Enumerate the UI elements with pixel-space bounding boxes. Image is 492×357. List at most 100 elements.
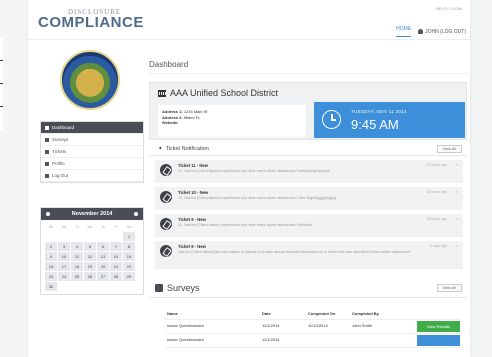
calendar-empty-cell — [58, 282, 70, 291]
calendar-day[interactable]: 16 — [45, 262, 57, 271]
calendar-day[interactable]: 6 — [97, 242, 109, 251]
ticket-time: 18 hours ago — [426, 217, 447, 221]
survey-rows: Issuer Questionnaire 11/1/2014 11/10/2014 J… — [165, 320, 460, 348]
calendar-day[interactable]: 8 — [123, 242, 135, 251]
ticket-item[interactable]: Ticket 8 - New Has the [Client Name] file… — [155, 241, 463, 269]
user-icon — [418, 29, 424, 34]
surveys-view-all-button[interactable]: View All — [436, 284, 462, 292]
logo[interactable]: COMPLIANCE — [38, 14, 144, 31]
divider — [149, 73, 467, 74]
calendar-day[interactable]: 23 — [45, 272, 57, 281]
calendar-day[interactable]: 18 — [71, 262, 83, 271]
calendar-day[interactable]: 7 — [110, 242, 122, 251]
calendar-day[interactable]: 14 — [110, 252, 122, 261]
sidebar-item-label: Log Out — [52, 172, 69, 178]
view-results-button[interactable]: View Results — [417, 321, 460, 332]
calendar-day[interactable]: 11 — [71, 252, 83, 261]
close-icon[interactable]: × — [456, 243, 458, 248]
dashboard-icon — [45, 125, 49, 130]
calendar-day[interactable]: 13 — [97, 252, 109, 261]
clock-icon — [322, 110, 341, 129]
calendar-day[interactable]: 17 — [58, 262, 70, 271]
ticket-panel-header: ✦ Ticket Notification View All — [149, 142, 467, 156]
tickets-view-all-button[interactable]: View All — [436, 145, 462, 153]
clock-widget: TUESDAY, NOV 11 2014 9:45 AM — [314, 102, 465, 138]
ticket-item[interactable]: Ticket 10 - New 13. Has the [Client Name]… — [155, 187, 463, 210]
survey-name: Issuer Questionnaire — [167, 337, 204, 342]
calendar-day[interactable]: 9 — [45, 252, 57, 261]
survey-date: 11/1/2014 — [262, 337, 280, 342]
list-icon — [45, 137, 49, 142]
next-month-button[interactable] — [133, 212, 138, 216]
close-icon[interactable]: × — [456, 216, 458, 221]
calendar-header: November 2014 — [41, 208, 143, 220]
calendar-day[interactable]: 1 — [123, 232, 135, 241]
sidebar-item-tickets[interactable]: Tickets — [41, 146, 143, 158]
table-row: Issuer Questionnaire 11/1/2014 — [165, 334, 460, 348]
ticket-title: Ticket 8 - New — [178, 244, 206, 249]
page-edge-marks — [0, 38, 3, 130]
close-icon[interactable]: × — [456, 162, 458, 167]
edit-icon — [155, 283, 163, 292]
calendar-day[interactable]: 12 — [84, 252, 96, 261]
calendar-day[interactable]: 29 — [123, 272, 135, 281]
address2-value: Miami FL — [183, 114, 201, 120]
calendar-day[interactable]: 10 — [58, 252, 70, 261]
calendar-dow: Tu — [75, 225, 79, 229]
logout-icon — [45, 173, 49, 178]
sidebar-item-label: Profile — [52, 160, 65, 166]
ticket-item[interactable]: Ticket 9 - New 13. Has the [Client Name] … — [155, 214, 463, 237]
calendar-day[interactable]: 4 — [71, 242, 83, 251]
calendar-day[interactable]: 5 — [84, 242, 96, 251]
calendar-empty-cell — [84, 282, 96, 291]
table-header-row: Name Date Completed On Completed By — [165, 308, 460, 320]
website-label: Website: — [162, 120, 179, 125]
ticket-title: Ticket 9 - New — [178, 217, 206, 222]
calendar-empty-cell — [110, 282, 122, 291]
calendar-day[interactable]: 28 — [110, 272, 122, 281]
survey-completed-on: 11/10/2014 — [308, 323, 328, 328]
user-icon — [45, 161, 49, 166]
calendar-day[interactable]: 21 — [110, 262, 122, 271]
calendar-day[interactable]: 30 — [45, 282, 57, 291]
surveys-table: Name Date Completed On Completed By Issu… — [165, 308, 460, 348]
prev-month-button[interactable] — [46, 212, 50, 216]
calendar-day[interactable]: 15 — [123, 252, 135, 261]
calendar-day[interactable]: 19 — [84, 262, 96, 271]
sidebar-item-label: Dashboard — [52, 124, 75, 130]
ticket-text: 13. Has the [Client Name] experienced an… — [178, 223, 312, 227]
sidebar-item-logout[interactable]: Log Out — [41, 170, 143, 182]
sidebar-item-profile[interactable]: Profile — [41, 158, 143, 170]
sidebar-item-dashboard[interactable]: Dashboard — [41, 122, 143, 134]
calendar-day[interactable]: 20 — [97, 262, 109, 271]
nav-user[interactable]: JOHN (LOG OUT) — [418, 26, 466, 37]
address1-value: 1234 Main St — [183, 109, 208, 114]
calendar: November 2014 Su Mo Tu We Th Fr Sa 1 2 3 4 5 6 7 8 9 10 1… — [40, 207, 144, 295]
clock-date: TUESDAY, NOV 11 2014 — [351, 109, 407, 114]
calendar-empty-cell — [123, 282, 135, 291]
sidebar-item-surveys[interactable]: Surveys — [41, 134, 143, 146]
ticket-text: 13. Has the [Client Name] experienced an… — [178, 196, 336, 200]
view-results-button[interactable] — [417, 335, 460, 346]
calendar-empty-cell — [71, 232, 83, 241]
sidebar-menu: Dashboard Surveys Tickets Profile Log Ou… — [40, 121, 144, 183]
calendar-day[interactable]: 24 — [58, 272, 70, 281]
calendar-day[interactable]: 22 — [123, 262, 135, 271]
calendar-day[interactable]: 25 — [71, 272, 83, 281]
address2-label: Address 2: — [162, 114, 183, 120]
pin-icon: ✦ — [158, 145, 163, 152]
ticket-icon — [160, 218, 172, 230]
close-icon[interactable]: × — [456, 189, 458, 194]
top-links[interactable]: HELP | LOGIN — [436, 6, 462, 11]
calendar-day[interactable]: 27 — [97, 272, 109, 281]
ticket-item[interactable]: Ticket 11 - New 13. Has the [Client Name]… — [155, 160, 463, 183]
calendar-day[interactable]: 2 — [45, 242, 57, 251]
main-nav: HOME JOHN (LOG OUT) — [396, 26, 466, 37]
app-window: DISCLOSURE COMPLIANCE HELP | LOGIN HOME … — [28, 0, 470, 357]
calendar-day[interactable]: 26 — [84, 272, 96, 281]
nav-home[interactable]: HOME — [396, 26, 412, 37]
calendar-day[interactable]: 3 — [58, 242, 70, 251]
nav-user-label: JOHN (LOG OUT) — [425, 28, 466, 35]
calendar-empty-cell — [97, 282, 109, 291]
calendar-dow: Th — [100, 225, 106, 229]
